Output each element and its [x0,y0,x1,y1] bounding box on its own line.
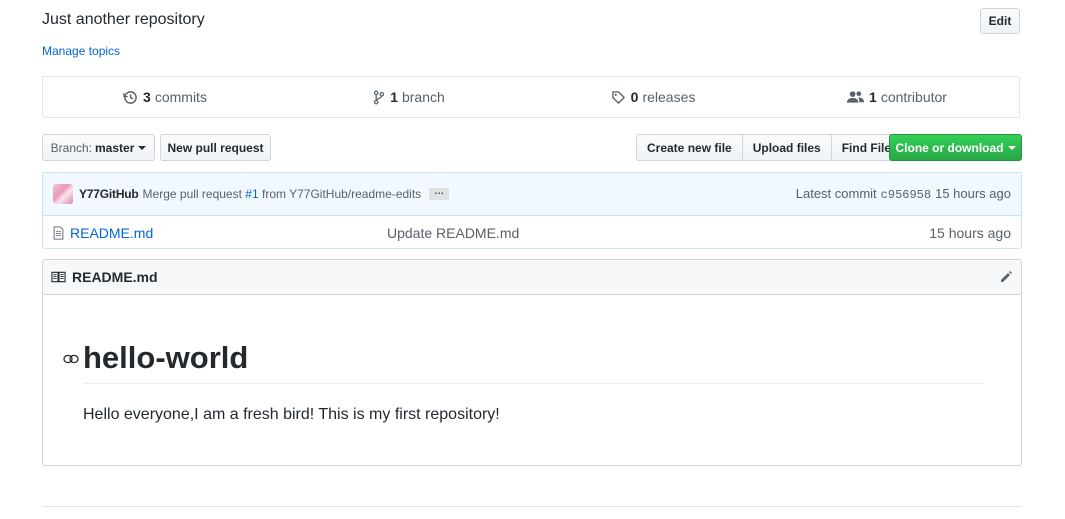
releases-count: 0 [630,89,639,105]
commit-author-link[interactable]: Y77GitHub [79,187,139,201]
git-branch-icon [373,90,390,105]
branches-count: 1 [390,89,398,105]
footer-divider [42,506,1022,507]
tag-icon [611,90,631,105]
latest-commit-label: Latest commit [795,186,877,201]
chevron-down-icon [138,145,147,150]
commits-count: 3 [143,89,151,105]
create-new-file-button[interactable]: Create new file [636,134,743,161]
branches-link[interactable]: 1 branch [287,77,531,117]
commit-message-prefix[interactable]: Merge pull request [143,187,242,201]
branch-select-value: master [95,140,135,155]
file-navigation: Y77GitHub Merge pull request #1 from Y77… [42,172,1022,249]
commits-link[interactable]: 3 commits [43,77,287,117]
branches-label: branch [401,89,445,105]
readme-header: README.md [43,260,1021,295]
upload-files-button[interactable]: Upload files [741,134,832,161]
people-icon [847,90,869,104]
manage-topics-link[interactable]: Manage topics [42,44,120,58]
new-pull-request-button[interactable]: New pull request [160,134,271,161]
releases-link[interactable]: 0 releases [531,77,775,117]
commits-label: commits [154,89,207,105]
edit-description-button[interactable]: Edit [980,8,1020,34]
file-age: 15 hours ago [929,224,1011,241]
commit-age: 15 hours ago [935,186,1011,201]
file-commit-message-link[interactable]: Update README.md [387,225,519,241]
readme-heading: hello-world [63,340,983,384]
file-name-link[interactable]: README.md [70,225,153,241]
clone-or-download-label: Clone or download [895,140,1004,155]
commit-message-suffix[interactable]: from Y77GitHub/readme-edits [262,187,421,201]
contributors-link[interactable]: 1 contributor [775,77,1019,117]
expand-commit-message-button[interactable]: … [429,187,450,200]
latest-commit-info: Latest commit c956958 15 hours ago [796,186,1011,202]
contributors-label: contributor [880,89,947,105]
branch-select-button[interactable]: Branch: master [42,134,155,161]
readme-panel: README.md hello-world Hello everyone,I a… [42,259,1022,466]
readme-paragraph: Hello everyone,I am a fresh bird! This i… [83,406,500,423]
avatar[interactable] [53,184,73,204]
latest-commit-bar: Y77GitHub Merge pull request #1 from Y77… [43,173,1021,216]
link-icon[interactable] [63,354,79,364]
pencil-icon[interactable] [999,270,1013,284]
repo-summary: 3 commits 1 branch 0 releases 1 contribu… [42,76,1020,118]
table-row: README.md Update README.md 15 hours ago [43,216,1021,248]
book-icon [51,271,66,283]
releases-label: releases [642,89,696,105]
file-actions-group: Create new file Upload files Find File [636,134,903,161]
readme-title: README.md [72,269,158,285]
chevron-down-icon [1007,145,1016,150]
branch-select-label: Branch: [50,140,92,155]
clone-or-download-button[interactable]: Clone or download [889,134,1022,161]
file-icon [53,225,64,240]
commit-sha-link[interactable]: c956958 [881,188,931,202]
pull-request-link[interactable]: #1 [245,187,258,201]
history-icon [123,90,143,105]
readme-heading-text: hello-world [83,340,249,375]
contributors-count: 1 [869,89,877,105]
commit-message: Merge pull request #1 from Y77GitHub/rea… [143,187,422,201]
repo-description: Just another repository [42,11,205,28]
